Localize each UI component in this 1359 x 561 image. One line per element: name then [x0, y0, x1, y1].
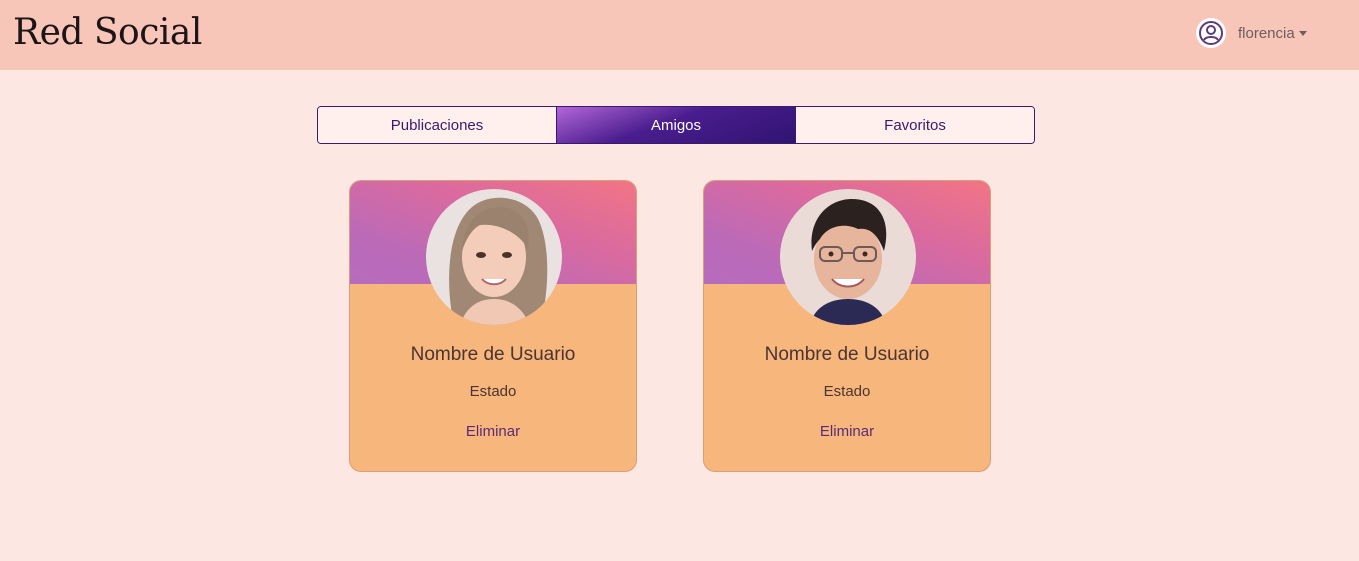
navbar: Red Social florencia — [0, 0, 1359, 70]
friend-avatar-photo — [780, 189, 916, 325]
friend-card: Nombre de Usuario Estado Eliminar — [349, 180, 637, 472]
remove-friend-link[interactable]: Eliminar — [704, 423, 990, 440]
friend-status: Estado — [823, 383, 871, 400]
friend-card: Nombre de Usuario Estado Eliminar — [703, 180, 991, 472]
user-menu-dropdown[interactable]: florencia — [1196, 17, 1307, 49]
chevron-down-icon — [1298, 30, 1307, 36]
friend-avatar-photo — [426, 189, 562, 325]
brand-logo[interactable]: Red Social — [13, 10, 202, 56]
tab-publicaciones[interactable]: Publicaciones — [318, 107, 557, 143]
user-name: florencia — [1238, 24, 1295, 42]
tab-favoritos[interactable]: Favoritos — [796, 107, 1034, 143]
remove-friend-link[interactable]: Eliminar — [350, 423, 636, 440]
friend-status: Estado — [469, 383, 517, 400]
friend-name: Nombre de Usuario — [410, 344, 576, 365]
user-circle-icon — [1196, 18, 1226, 48]
profile-tabs: Publicaciones Amigos Favoritos — [317, 106, 1035, 144]
friend-name: Nombre de Usuario — [764, 344, 930, 365]
tab-amigos[interactable]: Amigos — [557, 107, 796, 143]
